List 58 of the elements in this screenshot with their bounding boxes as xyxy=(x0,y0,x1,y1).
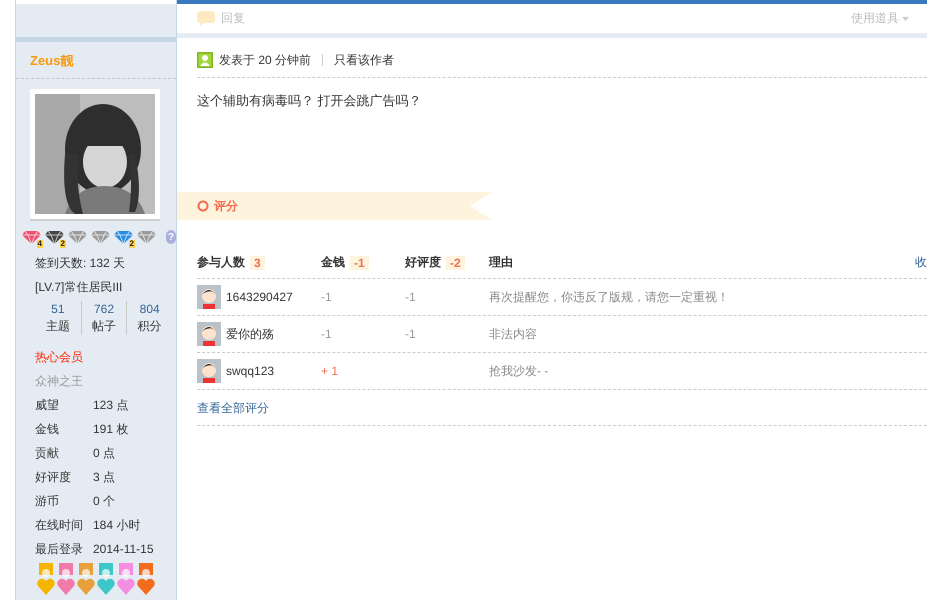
field-label: 游币 xyxy=(35,493,60,510)
score-value: -1 xyxy=(321,290,333,304)
field-label: 贡献 xyxy=(35,445,60,462)
user-level[interactable]: [LV.7]常住居民III xyxy=(35,275,176,299)
user-avatar-icon[interactable] xyxy=(197,322,221,346)
field-value: 3 点 xyxy=(93,469,116,486)
field-value: 2014-11-15 xyxy=(93,541,154,558)
collapse-link[interactable]: 收 xyxy=(915,254,927,271)
user-name-link[interactable]: 1643290427 xyxy=(226,290,293,304)
post-body: 这个辅助有病毒吗？ 打开会跳广告吗？ xyxy=(197,92,423,110)
score-value: -1 xyxy=(321,327,333,341)
stat-label: 主题 xyxy=(46,318,70,335)
score-value: -1 xyxy=(405,290,417,304)
user-avatar-icon[interactable] xyxy=(197,285,221,309)
rating-reason: 抢我沙发- - xyxy=(489,362,550,380)
field-value: 184 小时 xyxy=(93,517,140,534)
badge-count: 2 xyxy=(128,240,135,248)
column-total: 3 xyxy=(250,256,265,270)
field-value: 0 个 xyxy=(93,493,116,510)
user-name-link[interactable]: 爱你的殇 xyxy=(226,326,274,342)
stat-count[interactable]: 51 xyxy=(51,301,64,318)
rating-title: 评分 xyxy=(214,198,238,214)
column-header: 金钱 xyxy=(321,254,345,271)
stat-count[interactable]: 762 xyxy=(94,301,114,318)
column-header: 理由 xyxy=(489,254,513,271)
column-total: -2 xyxy=(446,256,465,270)
user-name-link[interactable]: swqq123 xyxy=(226,364,274,378)
stat-label: 积分 xyxy=(138,318,162,335)
field-label: 最后登录 xyxy=(35,541,84,558)
user-title: 众神之王 xyxy=(35,373,84,390)
stat-label: 帖子 xyxy=(92,318,116,335)
only-author-link[interactable]: 只看该作者 xyxy=(334,52,394,68)
field-value: 0 点 xyxy=(93,445,116,462)
column-header: 好评度 xyxy=(405,254,441,271)
rating-reason: 非法内容 xyxy=(489,326,538,342)
user-group[interactable]: 热心会员 xyxy=(35,345,176,369)
rating-reason: 再次提醒您，你违反了版规，请您一定重视！ xyxy=(489,288,730,306)
badge-count: 4 xyxy=(36,240,43,248)
post-time: 发表于 20 分钟前 xyxy=(219,52,312,68)
field-value: 191 枚 xyxy=(93,421,128,438)
signin-days: 签到天数: 132 天 xyxy=(35,251,176,275)
field-value: 123 点 xyxy=(93,397,128,414)
column-total: -1 xyxy=(350,256,369,270)
user-avatar-icon[interactable] xyxy=(197,359,221,383)
view-all-ratings-link[interactable]: 查看全部评分 xyxy=(197,390,927,426)
column-header: 参与人数 xyxy=(197,254,245,271)
field-label: 在线时间 xyxy=(35,517,84,534)
circle-icon xyxy=(197,200,209,212)
score-value: -1 xyxy=(405,327,417,341)
field-label: 金钱 xyxy=(35,421,60,438)
field-label: 好评度 xyxy=(35,469,72,486)
field-label: 威望 xyxy=(35,397,60,414)
stat-count[interactable]: 804 xyxy=(140,301,160,318)
user-icon xyxy=(197,52,213,68)
speech-bubble-icon xyxy=(197,11,215,26)
badge-count: 2 xyxy=(60,240,66,248)
score-value: + 1 xyxy=(321,364,340,378)
caret-icon xyxy=(902,16,909,20)
